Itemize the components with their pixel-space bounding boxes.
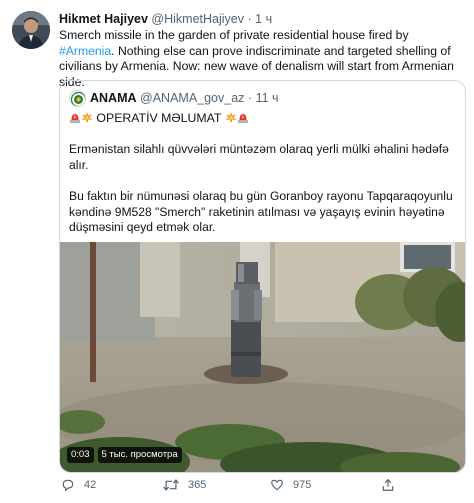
- video-frame: [60, 242, 465, 472]
- quote-header: ANAMA @ANAMA_gov_az · 11 ч: [90, 91, 279, 105]
- video-views: 5 тыс. просмотра: [97, 447, 182, 463]
- collision-icon: [225, 112, 237, 123]
- retweet-button[interactable]: 365: [163, 478, 206, 492]
- quoted-tweet[interactable]: ANAMA @ANAMA_gov_az · 11 ч OPERATİV MƏLU…: [59, 80, 466, 473]
- like-button[interactable]: 975: [270, 478, 311, 492]
- author-handle[interactable]: @HikmetHajiyev: [151, 12, 244, 26]
- police-light-icon: [237, 112, 249, 123]
- reply-icon: [61, 478, 75, 492]
- retweet-icon: [163, 478, 179, 492]
- tweet-time[interactable]: 1 ч: [255, 12, 272, 26]
- reply-button[interactable]: 42: [61, 478, 96, 492]
- quote-author-name[interactable]: ANAMA: [90, 91, 137, 105]
- quote-paragraph-2: Bu faktın bir nümunəsi olaraq bu gün Gor…: [69, 189, 453, 234]
- quote-headline: OPERATİV MƏLUMAT: [96, 111, 222, 125]
- police-light-icon: [69, 112, 81, 123]
- collision-icon: [81, 112, 93, 123]
- quote-time[interactable]: 11 ч: [256, 91, 279, 105]
- quote-headline-line: OPERATİV MƏLUMAT: [69, 111, 249, 125]
- tweet[interactable]: Hikmet Hajiyev @HikmetHajiyev · 1 ч Smer…: [0, 0, 474, 503]
- hashtag-link[interactable]: #Armenia: [59, 44, 111, 58]
- author-name[interactable]: Hikmet Hajiyev: [59, 12, 148, 26]
- tweet-actions: 42 365 975: [0, 478, 474, 496]
- reply-count: 42: [84, 479, 97, 491]
- share-icon: [381, 478, 395, 492]
- like-count: 975: [293, 479, 312, 491]
- quote-author-avatar[interactable]: [69, 90, 86, 107]
- quote-paragraph-1: Ermənistan silahlı qüvvələri müntəzəm ol…: [69, 142, 449, 172]
- quote-header-separator: ·: [247, 91, 253, 105]
- video-player[interactable]: 0:03 5 тыс. просмотра: [60, 242, 465, 472]
- video-duration: 0:03: [67, 447, 94, 463]
- heart-icon: [270, 478, 284, 492]
- header-separator: ·: [247, 12, 252, 26]
- share-button[interactable]: [381, 478, 395, 492]
- quote-author-handle[interactable]: @ANAMA_gov_az: [140, 91, 244, 105]
- retweet-count: 365: [188, 479, 207, 491]
- tweet-header: Hikmet Hajiyev @HikmetHajiyev · 1 ч: [59, 12, 272, 26]
- tweet-text-part1: Smerch missile in the garden of private …: [59, 28, 409, 42]
- video-overlay: 0:03 5 тыс. просмотра: [67, 447, 182, 463]
- author-avatar[interactable]: [12, 11, 50, 49]
